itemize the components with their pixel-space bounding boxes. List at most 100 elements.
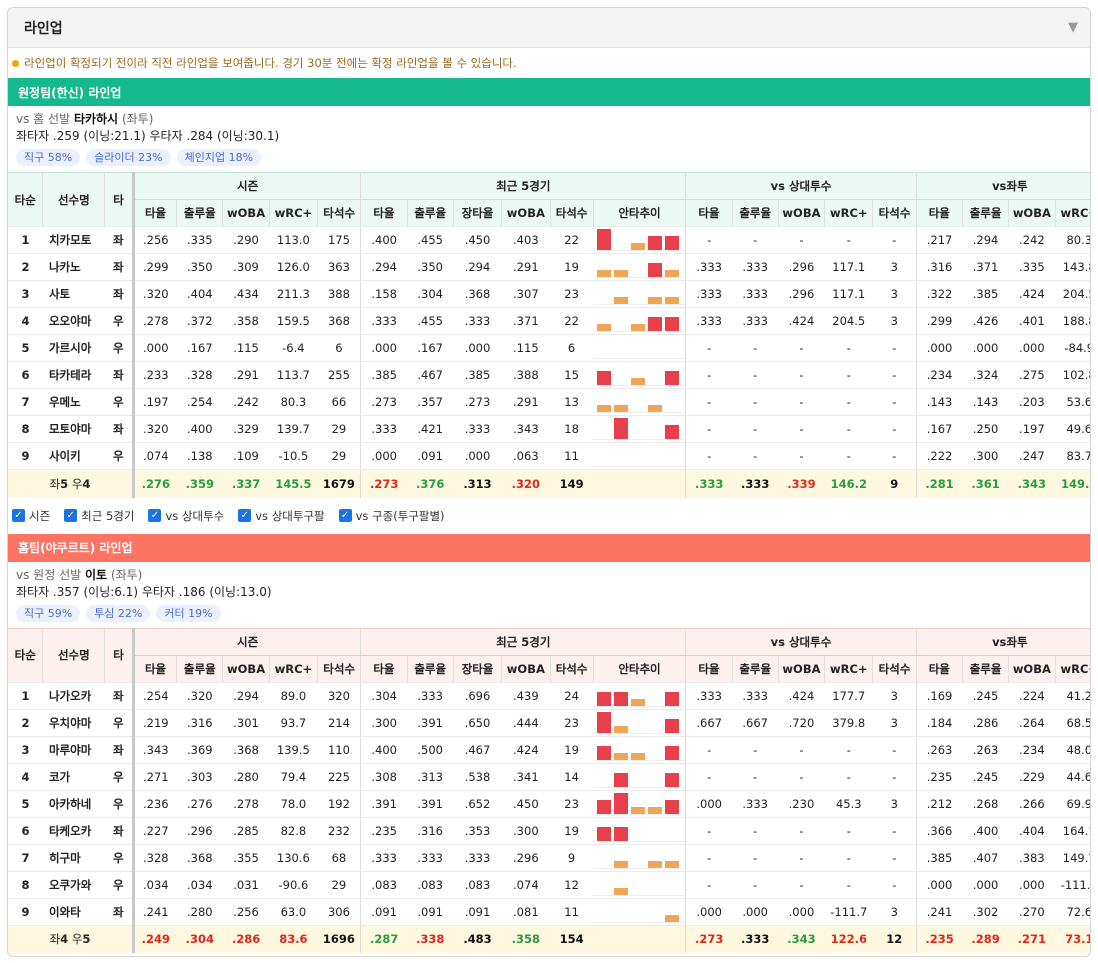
player-name[interactable]: 마루야마 [42,736,105,764]
recent-stat: .307 [501,280,550,308]
filter-option[interactable]: ✓ vs 구종(투구팔별) [338,508,445,524]
filter-option[interactable]: ✓ vs 상대투수 [148,508,224,524]
recent-stat: .291 [501,253,550,281]
season-stat: 79.4 [269,763,318,791]
season-stat: .242 [222,388,270,416]
recent-stat: 24 [550,682,594,710]
hit-trend-bar [614,691,629,706]
player-name[interactable]: 나카노 [42,253,105,281]
away-section: 원정팀(한신) 라인업 vs 홈 선발 타카하시 (좌투) 좌타자 .259 (이닝… [8,78,1090,498]
vs-pitcher-stat: - [732,844,779,872]
vs-pitcher-stat: - [872,388,917,416]
batting-order: 8 [8,415,43,443]
player-name[interactable]: 오오야마 [42,307,105,335]
col-header: 타석수 [317,199,362,227]
col-header: 안타추이 [593,199,687,227]
player-name[interactable]: 이와타 [42,898,105,926]
season-stat: .031 [222,871,270,899]
batting-order: 2 [8,253,43,281]
col-header: 출루율 [176,199,224,227]
player-name[interactable]: 사토 [42,280,105,308]
player-name[interactable]: 타카테라 [42,361,105,389]
hit-trend [593,763,687,791]
vs-pitcher-stat: .230 [778,790,825,818]
panel-header[interactable]: 라인업 ▼ [8,8,1090,48]
vs-pitcher-stat: -111.7 [824,898,873,926]
season-stat: 175 [317,226,362,254]
season-stat: .299 [133,253,177,281]
player-name[interactable]: 사이키 [42,442,105,470]
vs-pitcher-stat: - [824,388,873,416]
col-header: 출루율 [176,655,224,683]
recent-stat: .300 [360,709,408,737]
season-stat: .320 [133,280,177,308]
player-name[interactable]: 가르시아 [42,334,105,362]
vs-left-stat: 204.5 [1055,280,1090,308]
vs-left-stat: .263 [916,736,963,764]
vs-pitcher-stat: 177.7 [824,682,873,710]
season-stat: .316 [176,709,223,737]
recent-stat: 23 [550,790,594,818]
vs-left-stat: .294 [962,226,1009,254]
right-label: 우 [71,476,83,491]
right-label: 우 [71,932,83,947]
pitch-mix: 직구 58% 슬라이더 23% 체인지업 18% [16,149,1090,166]
vs-pitcher-stat: 3 [872,790,917,818]
filter-option[interactable]: ✓ vs 상대투구팔 [238,508,325,524]
starter-prefix: vs 원정 선발 [16,567,82,582]
season-stat: 29 [317,415,362,443]
triangle-down-icon[interactable]: ▼ [1068,20,1078,35]
col-name: 선수명 [42,627,106,683]
player-name[interactable]: 아카하네 [42,790,105,818]
vs-pitcher-stat: - [872,763,917,791]
player-name[interactable]: 타케오카 [42,817,105,845]
vs-left-stat: .235 [916,763,963,791]
hit-trend-bar [648,263,663,277]
vs-pitcher-stat: - [685,442,733,470]
total-recent-stat: .313 [453,469,502,498]
player-name[interactable]: 코가 [42,763,105,791]
vs-pitcher-stat: 3 [872,898,917,926]
player-name[interactable]: 나가오카 [42,682,105,710]
col-group: 시즌 [133,172,362,200]
recent-stat: .357 [407,388,454,416]
col-header: 타석수 [317,655,362,683]
col-group: vs좌투 [916,627,1090,656]
vs-pitcher-stat: 3 [872,253,917,281]
filter-option[interactable]: ✓ 최근 5경기 [64,508,134,524]
starter-name: 타카하시 [73,112,119,126]
player-name[interactable]: 히구마 [42,844,105,872]
table-row: 1 치카모토 좌 .256.335.290 113.0 175.400.455.450.4… [8,226,1090,254]
season-stat: .303 [176,763,223,791]
season-stat: 368 [317,307,362,335]
checkbox-checked-icon[interactable]: ✓ [238,509,252,522]
checkbox-checked-icon[interactable]: ✓ [64,509,78,522]
player-name[interactable]: 우치야마 [42,709,105,737]
total-recent-stat: .273 [360,469,408,498]
vs-left-stat: 49.6 [1055,415,1090,443]
player-name[interactable]: 오쿠가와 [42,871,105,899]
recent-stat: .467 [453,736,502,764]
checkbox-checked-icon[interactable]: ✓ [12,509,25,522]
vs-left-stat: .371 [962,253,1009,281]
player-name[interactable]: 우메노 [42,388,105,416]
recent-stat: 11 [550,442,594,470]
bat-hand: 좌 [104,226,135,254]
vs-pitcher-stat: - [778,415,825,443]
col-header: 타석수 [550,199,594,227]
recent-stat: .115 [501,334,550,362]
checkbox-checked-icon[interactable]: ✓ [148,509,162,522]
filter-option[interactable]: ✓ 시즌 [12,508,50,524]
bat-hand: 우 [104,442,135,470]
vs-left-stat: .263 [962,736,1009,764]
batting-order: 3 [8,736,43,764]
recent-stat: .074 [501,871,550,899]
vs-pitcher-stat: 3 [872,682,917,710]
checkbox-checked-icon[interactable]: ✓ [338,509,352,522]
vs-pitcher-stat: - [824,871,873,899]
vs-pitcher-stat: .000 [685,898,733,926]
player-name[interactable]: 모토야마 [42,415,105,443]
season-stat: .368 [222,736,270,764]
player-name[interactable]: 치카모토 [42,226,105,254]
table-row: 7 우메노 우 .197.254.242 80.3 66.273.357.273.291 1… [8,388,1090,416]
